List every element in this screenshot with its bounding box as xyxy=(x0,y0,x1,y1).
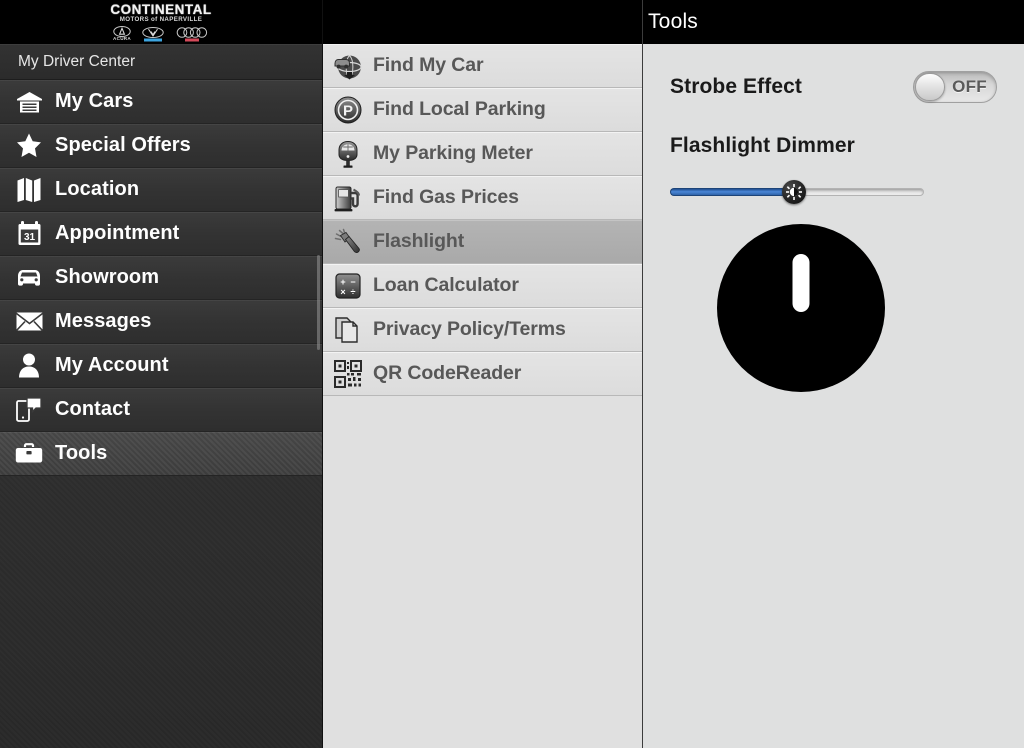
person-icon xyxy=(12,351,46,381)
car-front-icon xyxy=(12,263,46,293)
flashlight-dimmer-slider[interactable] xyxy=(670,180,924,204)
tools-item-privacy-policy-terms[interactable]: Privacy Policy/Terms xyxy=(323,308,642,352)
tools-item-label: Find Gas Prices xyxy=(373,186,519,208)
sidebar-item-appointment[interactable]: 31 Appointment xyxy=(0,212,322,256)
sidebar-item-my-cars[interactable]: My Cars xyxy=(0,80,322,124)
sidebar: CONTINENTAL MOTORS of NAPERVILLE ACURA M… xyxy=(0,0,323,748)
toolbox-icon xyxy=(12,439,46,469)
parking-meter-icon xyxy=(333,139,363,169)
page-title: Tools xyxy=(647,10,699,33)
svg-text:+: + xyxy=(340,277,345,287)
sidebar-item-label: Location xyxy=(55,178,140,200)
slider-fill xyxy=(670,188,795,196)
tools-item-find-gas-prices[interactable]: Find Gas Prices xyxy=(323,176,642,220)
tools-list-panel: Find My Car P Find Local Parking My Park… xyxy=(323,0,643,748)
svg-text:÷: ÷ xyxy=(351,287,356,297)
sidebar-item-my-account[interactable]: My Account xyxy=(0,344,322,388)
app-root: CONTINENTAL MOTORS of NAPERVILLE ACURA M… xyxy=(0,0,1024,748)
brightness-icon xyxy=(786,184,803,200)
svg-text:−: − xyxy=(350,277,355,287)
sidebar-item-messages[interactable]: Messages xyxy=(0,300,322,344)
map-icon xyxy=(12,175,46,205)
sidebar-item-label: My Cars xyxy=(55,90,134,112)
tools-item-label: My Parking Meter xyxy=(373,142,533,164)
tools-item-loan-calculator[interactable]: + − × ÷ Loan Calculator xyxy=(323,264,642,308)
volkswagen-logo xyxy=(142,26,164,42)
garage-icon xyxy=(12,87,46,117)
tools-list-empty-area xyxy=(323,396,642,748)
sidebar-item-special-offers[interactable]: Special Offers xyxy=(0,124,322,168)
svg-text:×: × xyxy=(340,287,345,297)
flashlight-icon xyxy=(333,227,363,257)
svg-text:31: 31 xyxy=(23,232,35,243)
calculator-icon: + − × ÷ xyxy=(333,271,363,301)
slider-thumb[interactable] xyxy=(782,180,807,204)
toggle-state-label: OFF xyxy=(952,77,987,96)
sidebar-item-tools[interactable]: Tools xyxy=(0,432,322,476)
sidebar-item-label: My Account xyxy=(55,354,169,376)
svg-text:P: P xyxy=(343,102,353,119)
flashlight-detail-panel: Tools Strobe Effect OFF Flashlight Dimme… xyxy=(643,0,1024,748)
power-bar-icon xyxy=(792,254,810,312)
sidebar-item-label: Special Offers xyxy=(55,134,191,156)
acura-logo: ACURA xyxy=(112,25,132,42)
tools-item-find-my-car[interactable]: Find My Car xyxy=(323,44,642,88)
flashlight-dimmer-label: Flashlight Dimmer xyxy=(670,134,855,157)
tools-item-my-parking-meter[interactable]: My Parking Meter xyxy=(323,132,642,176)
documents-icon xyxy=(333,315,363,345)
strobe-effect-toggle[interactable]: OFF xyxy=(913,71,997,103)
audi-logo xyxy=(175,26,209,42)
star-icon xyxy=(12,131,46,161)
envelope-icon xyxy=(12,307,46,337)
dealer-logo[interactable]: CONTINENTAL MOTORS of NAPERVILLE ACURA xyxy=(0,0,322,44)
sidebar-item-label: Messages xyxy=(55,310,152,332)
flashlight-power-button[interactable] xyxy=(717,224,885,392)
tools-item-find-local-parking[interactable]: P Find Local Parking xyxy=(323,88,642,132)
sidebar-item-label: Tools xyxy=(55,442,108,464)
logo-wordmark: CONTINENTAL xyxy=(110,1,212,18)
detail-body: Strobe Effect OFF Flashlight Dimmer xyxy=(643,62,1024,392)
sidebar-item-label: Contact xyxy=(55,398,131,420)
phone-chat-icon xyxy=(12,395,46,425)
car-globe-icon xyxy=(333,51,363,81)
sidebar-header: My Driver Center xyxy=(0,44,322,80)
qr-code-icon xyxy=(333,359,363,389)
tools-item-label: Flashlight xyxy=(373,230,465,252)
tools-item-label: QR CodeReader xyxy=(373,362,522,384)
acura-label: ACURA xyxy=(112,36,132,42)
tools-item-qr-code-reader[interactable]: QR CodeReader xyxy=(323,352,642,396)
tools-item-label: Privacy Policy/Terms xyxy=(373,318,566,340)
tools-item-label: Loan Calculator xyxy=(373,274,519,296)
tools-item-flashlight[interactable]: Flashlight xyxy=(323,220,642,264)
toggle-knob[interactable] xyxy=(915,73,945,101)
sidebar-item-location[interactable]: Location xyxy=(0,168,322,212)
sidebar-item-label: Showroom xyxy=(55,266,160,288)
tools-item-label: Find My Car xyxy=(373,54,484,76)
sidebar-item-contact[interactable]: Contact xyxy=(0,388,322,432)
parking-p-icon: P xyxy=(333,95,363,125)
flashlight-button-wrap xyxy=(670,224,932,392)
sidebar-scrollbar[interactable] xyxy=(317,255,320,350)
gas-pump-icon xyxy=(333,183,363,213)
tools-item-label: Find Local Parking xyxy=(373,98,546,120)
calendar-icon: 31 xyxy=(12,219,46,249)
detail-header: Tools xyxy=(643,0,1024,44)
brand-logos: ACURA xyxy=(112,25,209,42)
strobe-effect-label: Strobe Effect xyxy=(670,75,802,98)
sidebar-item-showroom[interactable]: Showroom xyxy=(0,256,322,300)
strobe-effect-row: Strobe Effect OFF xyxy=(670,62,997,112)
sidebar-item-label: Appointment xyxy=(55,222,180,244)
